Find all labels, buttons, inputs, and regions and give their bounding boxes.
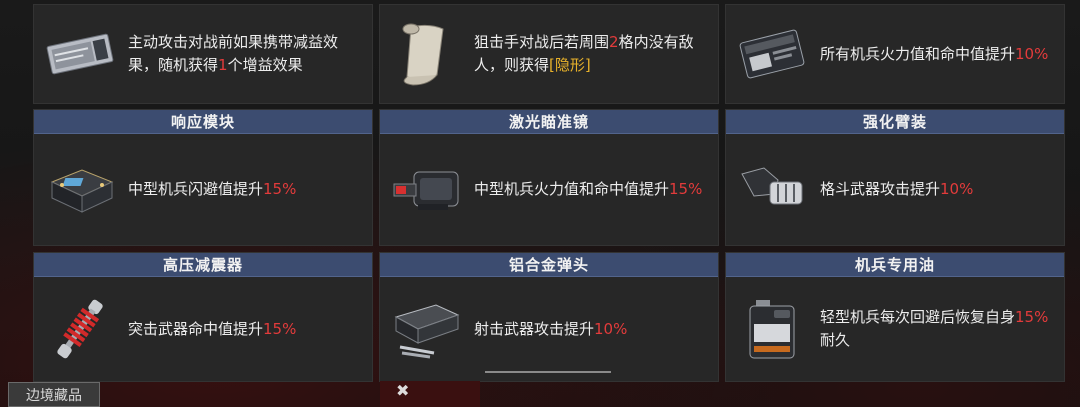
module-icon bbox=[40, 155, 120, 225]
highlight-value: 2 bbox=[609, 33, 619, 51]
highlight-value: 15% bbox=[1015, 308, 1049, 326]
desc-text: 轻型机兵每次回避后恢复自身 bbox=[820, 308, 1016, 326]
item-description: 射击武器攻击提升10% bbox=[474, 318, 637, 341]
laser-sight-icon bbox=[386, 155, 466, 225]
arm-gauntlet-icon bbox=[732, 155, 812, 225]
oil-can-icon bbox=[732, 294, 812, 364]
item-card[interactable]: 强化臂装 格斗武器攻击提升10% bbox=[725, 109, 1065, 246]
desc-text: 射击武器攻击提升 bbox=[474, 319, 595, 338]
highlight-value: 10% bbox=[940, 180, 974, 198]
item-card[interactable]: 主动攻击对战前如果携带减益效果，随机获得1个增益效果 bbox=[33, 4, 373, 104]
crossed-swords-icon: ✖ bbox=[396, 381, 410, 400]
item-name: 激光瞄准镜 bbox=[380, 110, 718, 134]
scroll-indicator[interactable] bbox=[485, 371, 611, 373]
desc-text: 突击武器命中值提升 bbox=[128, 319, 264, 338]
item-description: 格斗武器攻击提升10% bbox=[820, 178, 983, 201]
item-card[interactable]: 机兵专用油 轻型机兵每次回避后恢复自身15% 耐久 bbox=[725, 252, 1065, 382]
item-name: 机兵专用油 bbox=[726, 253, 1064, 277]
item-card[interactable]: 所有机兵火力值和命中值提升10% bbox=[725, 4, 1065, 104]
ticket-icon bbox=[40, 19, 120, 89]
item-card[interactable]: 铝合金弹头 射击武器攻击提升10% bbox=[379, 252, 719, 382]
desc-text: 中型机兵闪避值提升 bbox=[128, 180, 264, 198]
desc-text: 格斗武器攻击提升 bbox=[820, 180, 941, 198]
scroll-icon bbox=[386, 19, 466, 89]
tab-border-collection[interactable]: 边境藏品 bbox=[8, 382, 100, 407]
item-description: 狙击手对战后若周围2格内没有敌人，则获得[隐形] bbox=[474, 31, 718, 77]
highlight-value: 15% bbox=[263, 180, 297, 198]
highlight-value: [隐形] bbox=[549, 56, 591, 74]
highlight-value: 10% bbox=[594, 319, 628, 338]
highlight-value: 15% bbox=[263, 319, 297, 338]
ammo-case-icon bbox=[386, 294, 466, 364]
bottom-panel-edge bbox=[380, 381, 480, 407]
desc-text: 所有机兵火力值和命中值提升 bbox=[820, 44, 1016, 63]
item-description: 轻型机兵每次回避后恢复自身15% 耐久 bbox=[820, 306, 1064, 352]
item-description: 所有机兵火力值和命中值提升10% bbox=[820, 43, 1058, 66]
desc-text: 个增益效果 bbox=[227, 56, 303, 74]
item-name: 高压减震器 bbox=[34, 253, 372, 277]
item-name: 强化臂装 bbox=[726, 110, 1064, 134]
item-card[interactable]: 激光瞄准镜 中型机兵火力值和命中值提升15% bbox=[379, 109, 719, 246]
highlight-value: 15% bbox=[669, 180, 703, 198]
item-description: 中型机兵闪避值提升15% bbox=[128, 178, 306, 201]
shock-absorber-icon bbox=[40, 294, 120, 364]
item-description: 中型机兵火力值和命中值提升15% bbox=[474, 178, 712, 201]
item-description: 突击武器命中值提升15% bbox=[128, 318, 306, 341]
highlight-value: 10% bbox=[1015, 44, 1049, 63]
desc-text: 中型机兵火力值和命中值提升 bbox=[474, 180, 670, 198]
item-description: 主动攻击对战前如果携带减益效果，随机获得1个增益效果 bbox=[128, 31, 372, 77]
chip-card-icon bbox=[732, 19, 812, 89]
item-card[interactable]: 响应模块 中型机兵闪避值提升15% bbox=[33, 109, 373, 246]
desc-text: 狙击手对战后若周围 bbox=[474, 33, 610, 51]
item-card[interactable]: 高压减震器 突击武器命中值提升15% bbox=[33, 252, 373, 382]
item-name: 铝合金弹头 bbox=[380, 253, 718, 277]
desc-text: 耐久 bbox=[820, 331, 851, 349]
item-name: 响应模块 bbox=[34, 110, 372, 134]
item-card[interactable]: 狙击手对战后若周围2格内没有敌人，则获得[隐形] bbox=[379, 4, 719, 104]
highlight-value: 1 bbox=[218, 56, 228, 74]
